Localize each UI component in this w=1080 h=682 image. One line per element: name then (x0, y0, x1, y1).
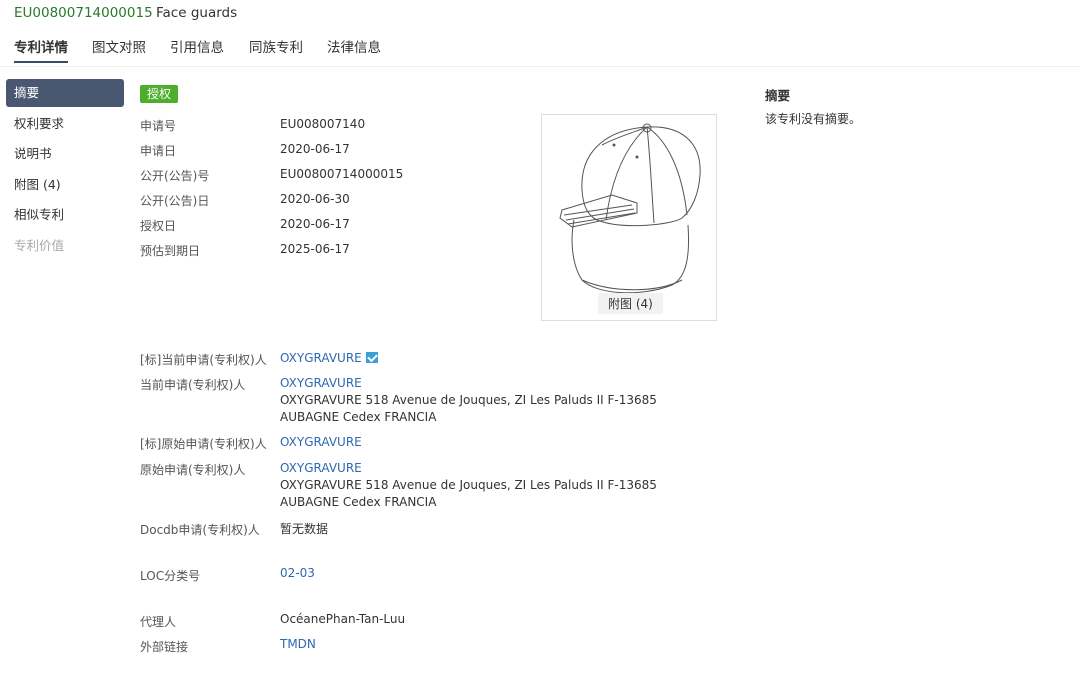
abstract-text: 该专利没有摘要。 (765, 112, 862, 126)
publication-date-value: 2020-06-30 (280, 192, 350, 206)
application-date-value: 2020-06-17 (280, 142, 350, 156)
tab-citations[interactable]: 引用信息 (170, 36, 224, 56)
status-badge: 授权 (140, 85, 179, 103)
loc-class-link[interactable]: 02-03 (280, 566, 315, 580)
sidebar: 摘要 权利要求 说明书 附图 (4) 相似专利 专利价值 (6, 79, 124, 262)
grant-date-label: 授权日 (140, 219, 177, 233)
external-link-tmdn[interactable]: TMDN (280, 637, 316, 651)
cap-drawing-icon (559, 123, 701, 294)
std-original-applicant-link[interactable]: OXYGRAVURE (280, 435, 362, 449)
publication-date-label: 公开(公告)日 (140, 194, 210, 208)
original-applicant-label: 原始申请(专利权)人 (140, 463, 246, 477)
figure-thumbnail[interactable]: 附图 (4) (541, 114, 717, 321)
sidebar-item-similar[interactable]: 相似专利 (6, 201, 124, 229)
publication-no-value: EU00800714000015 (280, 167, 404, 181)
agent-value: OcéanePhan-Tan-Luu (280, 612, 406, 626)
verified-icon (365, 352, 378, 363)
std-current-applicant-row: OXYGRAVURE (280, 351, 378, 365)
original-applicant-address: OXYGRAVURE 518 Avenue de Jouques, ZI Les… (280, 478, 657, 509)
application-date-label: 申请日 (140, 144, 177, 158)
loc-class-label: LOC分类号 (140, 569, 201, 583)
expiry-date-value: 2025-06-17 (280, 242, 350, 256)
expiry-date-label: 预估到期日 (140, 244, 201, 258)
sidebar-item-claims[interactable]: 权利要求 (6, 110, 124, 138)
grant-date-value: 2020-06-17 (280, 217, 350, 231)
application-no-value: EU008007140 (280, 117, 366, 131)
current-applicant-address: OXYGRAVURE 518 Avenue de Jouques, ZI Les… (280, 393, 657, 424)
application-no-label: 申请号 (140, 119, 177, 133)
abstract-title: 摘要 (765, 88, 791, 103)
sidebar-item-abstract[interactable]: 摘要 (6, 79, 124, 107)
sidebar-item-value: 专利价值 (14, 237, 65, 253)
figure-caption: 附图 (4) (598, 293, 663, 314)
tab-patent-details[interactable]: 专利详情 (14, 36, 68, 63)
current-applicant-link[interactable]: OXYGRAVURE (280, 376, 362, 390)
current-applicant-label: 当前申请(专利权)人 (140, 378, 246, 392)
publication-no-label: 公开(公告)号 (140, 169, 210, 183)
tab-bar: 专利详情 图文对照 引用信息 同族专利 法律信息 (0, 32, 1080, 67)
sidebar-item-figures[interactable]: 附图 (4) (6, 171, 124, 199)
docdb-applicant-value: 暂无数据 (280, 522, 329, 536)
docdb-applicant-label: Docdb申请(专利权)人 (140, 523, 260, 537)
tab-legal[interactable]: 法律信息 (327, 36, 381, 56)
tab-image-text[interactable]: 图文对照 (92, 36, 146, 56)
std-original-applicant-label: [标]原始申请(专利权)人 (140, 437, 267, 451)
original-applicant-link[interactable]: OXYGRAVURE (280, 461, 362, 475)
tab-family[interactable]: 同族专利 (249, 36, 303, 56)
agent-label: 代理人 (140, 615, 177, 629)
patent-title: Face guards (156, 5, 238, 21)
sidebar-item-description[interactable]: 说明书 (6, 140, 124, 168)
std-current-applicant-label: [标]当前申请(专利权)人 (140, 353, 267, 367)
std-current-applicant-link[interactable]: OXYGRAVURE (280, 351, 362, 365)
patent-number: EU00800714000015 (14, 5, 153, 21)
external-link-label: 外部链接 (140, 640, 189, 654)
